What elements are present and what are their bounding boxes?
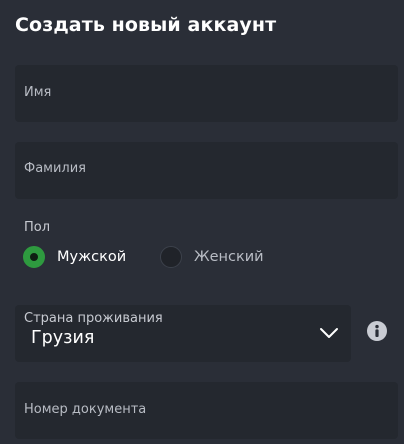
document-number-field[interactable]: Номер документа [15, 382, 398, 439]
last-name-field[interactable]: Фамилия [15, 142, 398, 199]
country-select-label: Страна проживания [24, 311, 163, 326]
first-name-placeholder: Имя [24, 85, 52, 100]
gender-female-label: Женский [194, 249, 264, 265]
gender-label: Пол [24, 220, 51, 235]
document-number-placeholder: Номер документа [24, 402, 147, 417]
page-title: Создать новый аккаунт [15, 14, 277, 36]
gender-radio-male[interactable]: Мужской [23, 246, 126, 268]
info-icon[interactable] [367, 321, 387, 341]
country-select[interactable]: Страна проживания Грузия [15, 305, 351, 362]
country-select-value: Грузия [31, 328, 95, 348]
gender-radio-female[interactable]: Женский [160, 246, 264, 268]
first-name-field[interactable]: Имя [15, 65, 398, 122]
last-name-placeholder: Фамилия [24, 161, 86, 176]
chevron-down-icon [320, 328, 338, 338]
radio-unselected-icon [160, 246, 182, 268]
radio-selected-icon [23, 246, 45, 268]
gender-male-label: Мужской [57, 249, 127, 265]
